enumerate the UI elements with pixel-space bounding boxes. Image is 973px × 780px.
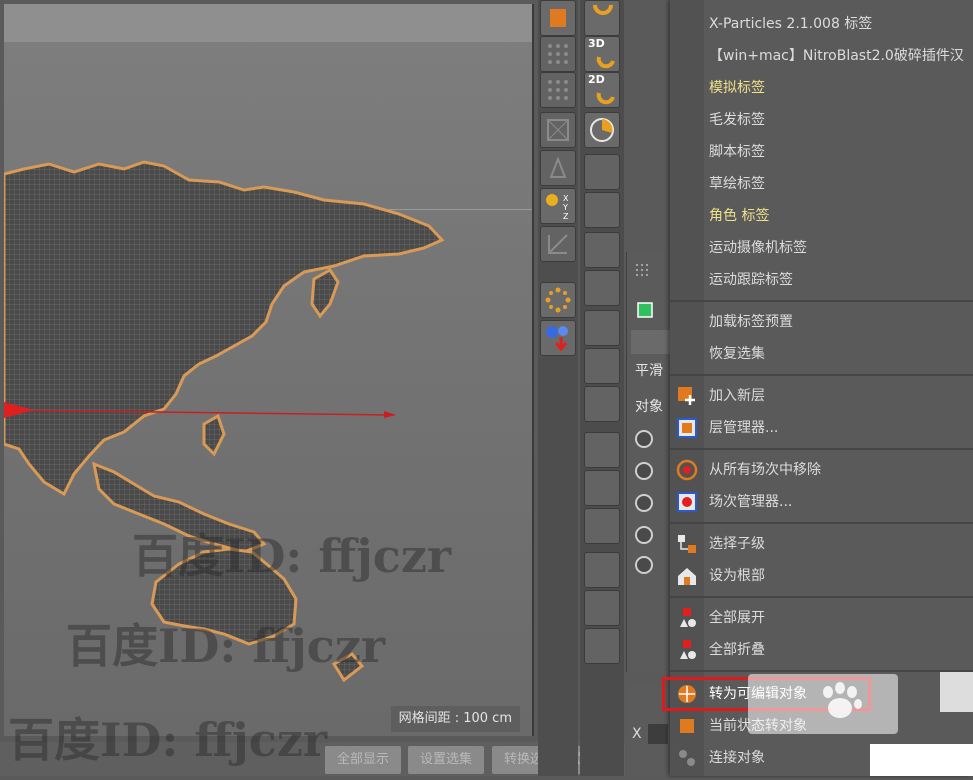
menu-item-nitroblast[interactable]: 【win+mac】NitroBlast2.0破碎插件汉: [670, 40, 973, 72]
menu-item-select-children[interactable]: 选择子级: [670, 528, 973, 560]
snap-midpoint-icon[interactable]: [584, 348, 620, 384]
radio-option-2[interactable]: [635, 462, 653, 480]
set-selection-button[interactable]: 设置选集: [408, 746, 485, 774]
corner-patch-bottom: [870, 744, 973, 776]
menu-item-motion-tracking-tag[interactable]: 运动跟踪标签: [670, 264, 973, 296]
objects-down-icon[interactable]: [540, 320, 576, 356]
grid-dots-icon[interactable]: [540, 36, 576, 72]
japan-island: [310, 268, 340, 319]
menu-separator: [670, 374, 973, 376]
menu-separator: [670, 670, 973, 672]
snap-guide-icon[interactable]: [584, 508, 620, 544]
home-icon: [676, 565, 698, 587]
show-all-button[interactable]: 全部显示: [325, 746, 402, 774]
attribute-panel: 平滑 对象: [626, 252, 671, 672]
select-children-icon: [676, 533, 698, 555]
pie-snap-icon[interactable]: [584, 112, 620, 148]
svg-text:X: X: [563, 194, 569, 203]
snap-points-icon[interactable]: [540, 282, 576, 318]
frame-icon[interactable]: [540, 112, 576, 148]
radio-option-5[interactable]: [635, 556, 653, 574]
philippines-island: [202, 413, 226, 457]
menu-item-layer-manager[interactable]: 层管理器...: [670, 412, 973, 444]
snap-3d-text: 3D: [588, 37, 605, 50]
menu-item-add-new-layer[interactable]: 加入新层: [670, 380, 973, 412]
collapse-all-icon: [676, 639, 698, 661]
menu-separator: [670, 448, 973, 450]
attr-field[interactable]: [631, 330, 671, 354]
watermark-3: 百度ID: ffjczr: [8, 713, 328, 767]
svg-text:Y: Y: [562, 203, 568, 212]
menu-item-sketch-tag[interactable]: 草绘标签: [670, 168, 973, 200]
add-layer-icon: [676, 385, 698, 407]
snap-2d-text: 2D: [588, 73, 605, 86]
take-manager-icon: [676, 491, 698, 513]
snap-edge-icon[interactable]: [584, 192, 620, 228]
snap-grid-point-icon[interactable]: [584, 432, 620, 468]
xyz-axis-icon[interactable]: XYZ: [540, 188, 576, 224]
layer-manager-icon: [676, 417, 698, 439]
menu-item-expand-all[interactable]: 全部展开: [670, 602, 973, 634]
menu-item-simulation-tag[interactable]: 模拟标签: [670, 72, 973, 104]
x-coord-field[interactable]: [648, 724, 668, 744]
baidu-paw-icon: [823, 682, 862, 718]
grid-dots-small-icon[interactable]: [540, 72, 576, 108]
radio-option-3[interactable]: [635, 494, 653, 512]
menu-item-script-tag[interactable]: 脚本标签: [670, 136, 973, 168]
menu-separator: [670, 522, 973, 524]
menu-separator: [670, 596, 973, 598]
radio-option-1[interactable]: [635, 430, 653, 448]
svg-text:Z: Z: [563, 212, 569, 221]
baidu-logo-watermark: [748, 674, 898, 734]
smooth-label: 平滑: [635, 363, 663, 379]
remove-takes-icon: [676, 459, 698, 481]
menu-item-character-tag[interactable]: 角色 标签: [670, 200, 973, 232]
tool-column-right: 3D 2D: [580, 0, 624, 776]
grid-spacing-label: 网格间距 : 100 cm: [390, 706, 520, 732]
object-label: 对象: [635, 399, 663, 415]
snap-vertex-icon[interactable]: [584, 154, 620, 190]
corner-patch: [940, 672, 973, 712]
grid-handle-icon[interactable]: [635, 262, 649, 276]
menu-item-restore-selection[interactable]: 恢复选集: [670, 338, 973, 370]
cube-tool-icon[interactable]: [540, 0, 576, 36]
axis-arrowhead: [384, 411, 396, 418]
asia-landmass: [4, 160, 445, 497]
snap-2d-icon[interactable]: 2D: [584, 72, 620, 108]
snap-grid-line-icon[interactable]: [584, 470, 620, 506]
snap-workplane-icon[interactable]: [584, 386, 620, 422]
snap-3d-icon[interactable]: 3D: [584, 36, 620, 72]
snap-axis-icon[interactable]: [584, 310, 620, 346]
scale-tool-icon[interactable]: [540, 150, 576, 186]
menu-item-take-manager[interactable]: 场次管理器...: [670, 486, 973, 518]
tool-column-left: XYZ: [538, 0, 578, 776]
menu-item-xparticles-tag[interactable]: X-Particles 2.1.008 标签: [670, 8, 973, 40]
menu-item-set-as-root[interactable]: 设为根部: [670, 560, 973, 592]
watermark-2: 百度ID: ffjczr: [66, 619, 386, 673]
menu-separator: [670, 300, 973, 302]
current-state-icon: [676, 715, 698, 737]
expand-all-icon: [676, 607, 698, 629]
snap-intersection-icon[interactable]: [584, 628, 620, 664]
magnet-top-icon[interactable]: [584, 0, 620, 36]
menu-item-hair-tag[interactable]: 毛发标签: [670, 104, 973, 136]
menu-item-load-tag-preset[interactable]: 加载标签预置: [670, 306, 973, 338]
radio-option-4[interactable]: [635, 526, 653, 544]
snap-polygon-icon[interactable]: [584, 232, 620, 268]
watermark-1: 百度ID: ffjczr: [132, 529, 452, 583]
coordinate-icon[interactable]: [540, 226, 576, 262]
green-cube-icon: [635, 300, 655, 320]
menu-item-remove-from-all-takes[interactable]: 从所有场次中移除: [670, 454, 973, 486]
snap-spline-icon[interactable]: [584, 270, 620, 306]
snap-dynamic-icon[interactable]: [584, 590, 620, 626]
menu-item-motion-camera-tag[interactable]: 运动摄像机标签: [670, 232, 973, 264]
snap-perpendicular-icon[interactable]: [584, 552, 620, 588]
x-coord-label: X: [632, 726, 642, 742]
context-menu: X-Particles 2.1.008 标签 【win+mac】NitroBla…: [670, 0, 973, 776]
connect-objects-icon: [676, 747, 698, 769]
menu-item-collapse-all[interactable]: 全部折叠: [670, 634, 973, 666]
